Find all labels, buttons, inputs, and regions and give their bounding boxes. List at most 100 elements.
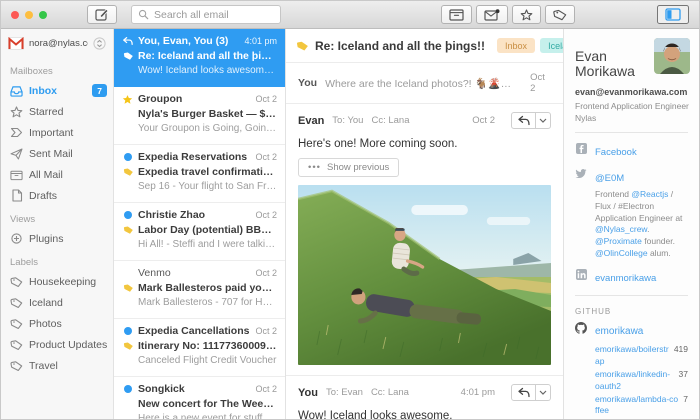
thread-list-item[interactable]: Christie Zhao Oct 2 Labor Day (potential) … — [114, 203, 285, 261]
account-chevron-icon[interactable] — [93, 37, 106, 50]
thread-list-item[interactable]: Songkick Oct 2 New concert for The Weeknd H… — [114, 377, 285, 419]
reply-options-button[interactable] — [536, 384, 551, 401]
linkedin-link[interactable]: evanmorikawa — [595, 273, 656, 284]
thread-list-item[interactable]: Expedia Cancellations Oct 2 Itinerary No: … — [114, 319, 285, 377]
message-body: Wow! Iceland looks awesome. — [298, 410, 453, 419]
thread-snippet: Your Groupon is Going, Going... The... — [138, 123, 277, 134]
inbox-icon — [10, 84, 23, 97]
reply-icon — [518, 387, 530, 398]
thread-list-item[interactable]: You, Evan, You (3) 4:01 pm Re: Iceland and… — [114, 29, 285, 87]
tag-pill-iceland[interactable]: Iceland — [540, 38, 563, 53]
label-icon — [10, 317, 23, 330]
unread-count-badge: 7 — [92, 84, 107, 97]
collapsed-message[interactable]: You Where are the Iceland photos?! 🐐🌋🐴❓🐑… — [286, 63, 563, 104]
twitter-bio-text: founder. — [641, 236, 675, 247]
message-date: Oct 2 — [530, 72, 545, 94]
label-tag-icon — [123, 283, 134, 293]
thread-sender: Christie Zhao — [138, 209, 206, 221]
message-cc: Cc: Lana — [370, 387, 409, 398]
label-button[interactable] — [545, 5, 575, 24]
star-button[interactable] — [512, 5, 541, 24]
reply-options-button[interactable] — [536, 112, 551, 129]
sidebar-item-plugins[interactable]: Plugins — [1, 228, 113, 249]
sidebar-item-iceland[interactable]: Iceland — [1, 292, 113, 313]
thread-date: 4:01 pm — [244, 36, 277, 46]
twitter-mention-link[interactable]: @OlinCollege — [595, 248, 648, 258]
sidebar-item-housekeeping[interactable]: Housekeeping — [1, 271, 113, 292]
thread-snippet: Sep 16 - Your flight to San Francisc... — [138, 181, 277, 192]
thread-list-item[interactable]: Expedia Reservations Oct 2 Expedia travel … — [114, 145, 285, 203]
twitter-handle-link[interactable]: @E0M — [595, 173, 624, 184]
label-icon — [10, 359, 23, 372]
thread-sender: Expedia Cancellations — [138, 325, 250, 337]
chevron-down-icon — [539, 390, 547, 395]
reply-button[interactable] — [511, 112, 536, 129]
thread-subject: Nyla's Burger Basket — $50 Grou... — [138, 108, 277, 120]
message-sender: Evan — [298, 114, 325, 127]
thread-tags: InboxIcelandPhotos — [497, 38, 563, 53]
gmail-icon — [8, 37, 24, 50]
mark-unread-button[interactable] — [476, 5, 508, 24]
sidebar-section-title: Views — [10, 214, 36, 225]
tag-icon — [553, 9, 567, 21]
starred-icon — [122, 94, 133, 105]
sidebar-item-photos[interactable]: Photos — [1, 313, 113, 334]
message-you: You To: Evan Cc: Lana 4:01 pm Wow! Icela… — [286, 376, 563, 419]
sidebar-item-product-updates[interactable]: Product Updates — [1, 334, 113, 355]
important-icon — [10, 126, 23, 139]
thread-subject: Itinerary No: 1117736000918 - C... — [138, 340, 277, 352]
message-body: Here's one! More coming soon. — [298, 138, 458, 150]
zoom-window-button[interactable] — [39, 10, 47, 19]
sidebar-item-inbox[interactable]: Inbox 7 — [1, 80, 113, 101]
tag-pill-inbox[interactable]: Inbox — [497, 38, 536, 53]
compose-icon — [95, 8, 109, 21]
label-tag-icon — [123, 225, 134, 235]
star-icon — [10, 105, 23, 118]
github-repo-row: emorikawa/boilerstrap 419 — [595, 344, 688, 367]
sidebar-item-travel[interactable]: Travel — [1, 355, 113, 376]
twitter-mention-link[interactable]: @Proximate — [595, 236, 642, 246]
label-tag-icon — [123, 51, 134, 61]
twitter-mention-link[interactable]: @Reactjs — [631, 189, 668, 199]
sidebar-item-all-mail[interactable]: All Mail — [1, 164, 113, 185]
search-placeholder: Search all email — [154, 8, 229, 21]
account-switcher[interactable]: nora@nylas.com — [1, 29, 113, 58]
twitter-bio-text: Frontend — [595, 188, 632, 199]
message-date: Oct 2 — [472, 115, 495, 126]
github-user-link[interactable]: emorikawa — [595, 326, 643, 337]
sidebar-item-label: Travel — [29, 359, 58, 372]
sidebar-item-drafts[interactable]: Drafts — [1, 185, 113, 206]
thread-date: Oct 2 — [255, 326, 277, 336]
repo-star-count: 7 — [683, 394, 688, 404]
ellipsis-icon: ••• — [308, 162, 321, 173]
repo-link[interactable]: emorikawa/boilerstrap — [595, 344, 669, 367]
sidebar-item-starred[interactable]: Starred — [1, 101, 113, 122]
repo-link[interactable]: emorikawa/linkedin-oauth2 — [595, 369, 674, 392]
sidebar-item-label: Product Updates — [29, 338, 107, 351]
thread-snippet: Wow! Iceland looks awesome. On Sa... — [138, 65, 277, 76]
sidebar-item-sent-mail[interactable]: Sent Mail — [1, 143, 113, 164]
repo-link[interactable]: emorikawa/lambda-coffee — [595, 394, 678, 417]
thread-list-item[interactable]: Groupon Oct 2 Nyla's Burger Basket — $50 G… — [114, 87, 285, 145]
contact-email[interactable]: evan@evanmorikawa.com — [575, 87, 688, 97]
thread-list-item[interactable]: Venmo Oct 2 Mark Ballesteros paid you $31.… — [114, 261, 285, 319]
window-controls — [11, 10, 47, 19]
accounts-sidebar: nora@nylas.com Mailboxes Inbox 7 Starred Imp… — [1, 29, 114, 419]
linkedin-row: evanmorikawa — [575, 268, 688, 286]
thread-subject: Mark Ballesteros paid you $31.30 — [138, 282, 277, 294]
archive-button[interactable] — [441, 5, 472, 24]
reply-button[interactable] — [511, 384, 536, 401]
twitter-mention-link[interactable]: @Nylas_crew — [595, 224, 647, 234]
close-window-button[interactable] — [11, 10, 19, 19]
github-section-header: GITHUB — [575, 307, 612, 317]
search-input[interactable]: Search all email — [131, 5, 281, 24]
sidebar-toggle-button[interactable] — [657, 5, 689, 24]
minimize-window-button[interactable] — [25, 10, 33, 19]
thread-date: Oct 2 — [255, 210, 277, 220]
show-previous-button[interactable]: ••• Show previous — [298, 158, 400, 177]
iceland-photo[interactable] — [298, 185, 551, 365]
facebook-link[interactable]: Facebook — [595, 147, 637, 158]
compose-button[interactable] — [87, 5, 117, 24]
sidebar-item-important[interactable]: Important — [1, 122, 113, 143]
message-sender: You — [298, 77, 318, 89]
